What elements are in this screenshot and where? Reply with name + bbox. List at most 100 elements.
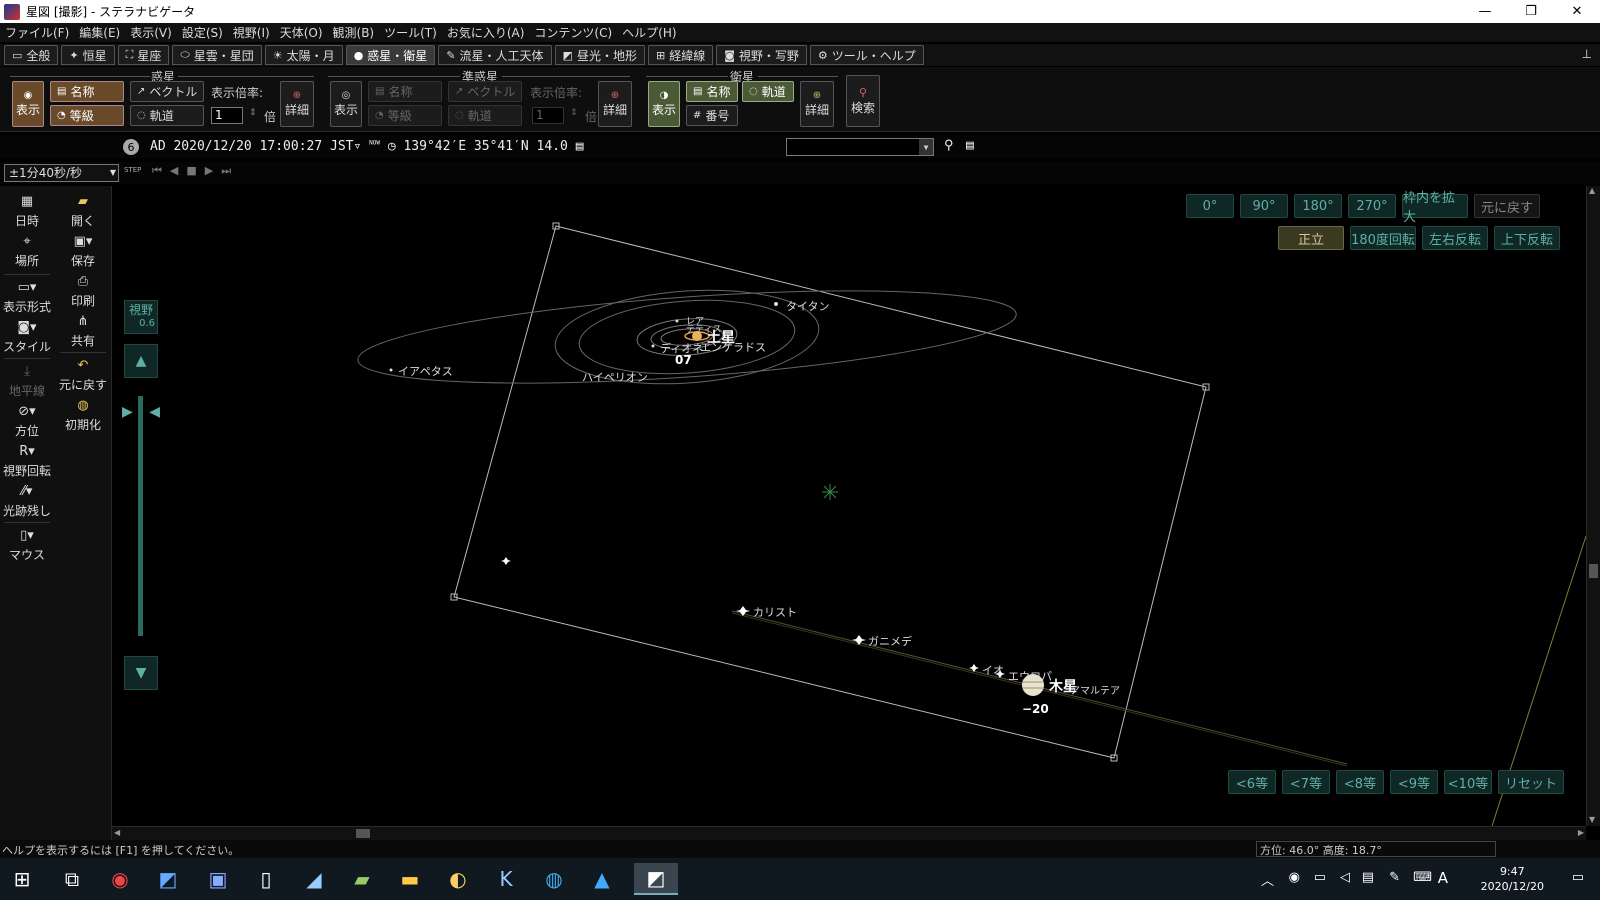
rotate-270-button[interactable]: 270° <box>1348 194 1396 218</box>
horizon-tool[interactable]: ⤓ 地平線 <box>0 364 54 399</box>
menu-settings[interactable]: 設定(S) <box>177 24 228 41</box>
rotate-90-button[interactable]: 90° <box>1240 194 1288 218</box>
chrome-icon[interactable]: ◉ <box>104 863 136 895</box>
app-icon[interactable]: ◢ <box>298 863 330 895</box>
pen-icon[interactable]: ✎ <box>1389 870 1400 885</box>
menu-edit[interactable]: 編集(E) <box>74 24 125 41</box>
keyboard-icon[interactable]: ⌨ <box>1413 870 1432 885</box>
stellanavigator-active-icon[interactable]: ◩ <box>634 863 678 895</box>
open-tool[interactable]: ▰ 開く <box>56 194 110 229</box>
zoom-to-frame-button[interactable]: 枠内を拡大 <box>1402 191 1468 225</box>
table-icon[interactable]: ▤ <box>576 139 584 154</box>
menu-field[interactable]: 視野(I) <box>228 24 275 41</box>
photos-icon[interactable]: ▲ <box>586 863 618 895</box>
planet-detail-button[interactable]: ⊕ 詳細 <box>280 81 314 127</box>
dwarf-detail-button[interactable]: ⊕ 詳細 <box>598 81 632 127</box>
dwarf-show-button[interactable]: ◎ 表示 <box>330 81 362 127</box>
dropdown-icon[interactable]: ▼ <box>919 139 933 155</box>
location-readout[interactable]: 139°42′E 35°41′N 14.0 <box>403 139 567 154</box>
rotate-180-button[interactable]: 180° <box>1294 194 1342 218</box>
scroll-left-icon[interactable]: ◀ <box>114 828 120 837</box>
dwarf-name-button[interactable]: ▤ 名称 <box>368 81 442 102</box>
tab-daylight[interactable]: ◩ 昼光・地形 <box>554 45 645 65</box>
skip-forward-icon[interactable]: ⏭ <box>221 164 231 178</box>
speed-select[interactable]: ±1分40秒/秒 ▼ <box>4 164 119 182</box>
close-button[interactable]: ✕ <box>1554 0 1600 23</box>
dione-star[interactable] <box>651 344 655 348</box>
planet-mag-button[interactable]: ◔ 等級 <box>50 105 124 126</box>
notification-icon[interactable]: ▭ <box>1572 870 1584 885</box>
mouse-tool[interactable]: ▯▾ マウス <box>0 528 54 563</box>
dwarf-vector-button[interactable]: ↗ ベクトル <box>448 81 522 102</box>
tab-sun-moon[interactable]: ☀ 太陽・月 <box>264 45 343 65</box>
planet-vector-button[interactable]: ↗ ベクトル <box>130 81 204 102</box>
vertical-scrollbar[interactable]: ▲ ▼ <box>1586 186 1600 826</box>
rotate-0-button[interactable]: 0° <box>1186 194 1234 218</box>
display-mode-tool[interactable]: ▭▾ 表示形式 <box>0 280 54 315</box>
dwarf-orbit-button[interactable]: ◌ 軌道 <box>448 105 522 126</box>
object-search-input[interactable]: ▼ <box>786 138 934 156</box>
scroll-down-icon[interactable]: ▼ <box>1589 815 1595 824</box>
play-back-icon[interactable]: ◀ <box>170 164 178 178</box>
horizontal-scrollbar[interactable]: ◀ ▶ <box>112 826 1586 840</box>
flip-horizontal-button[interactable]: 左右反転 <box>1422 226 1488 250</box>
media-app-icon[interactable]: ◐ <box>442 863 474 895</box>
menu-view[interactable]: 表示(V) <box>125 24 177 41</box>
menu-observe[interactable]: 観測(B) <box>328 24 380 41</box>
search-icon[interactable]: ⚲ <box>944 138 954 153</box>
mag-reset-button[interactable]: リセット <box>1498 770 1564 794</box>
tab-tools[interactable]: ⚙ ツール・ヘルプ <box>809 45 924 65</box>
mag-8-button[interactable]: <8等 <box>1336 770 1384 794</box>
notepad-icon[interactable]: ▯ <box>250 863 282 895</box>
datetime-readout[interactable]: AD 2020/12/20 17:00:27 JST▿ NOW ◷ 139°42… <box>150 139 584 154</box>
mag-9-button[interactable]: <9等 <box>1390 770 1438 794</box>
titan-star[interactable] <box>774 302 778 306</box>
menu-objects[interactable]: 天体(O) <box>275 24 328 41</box>
zoom-slider-handle[interactable]: ▶ ◀ <box>122 404 160 420</box>
tab-general[interactable]: ▭ 全般 <box>4 45 59 65</box>
iapetus-star[interactable] <box>389 368 393 372</box>
scroll-thumb[interactable] <box>1589 564 1598 578</box>
stellanavigator-icon[interactable]: ◩ <box>152 863 184 895</box>
datetime-tool[interactable]: ▦ 日時 <box>0 194 54 229</box>
kagaya-icon[interactable]: ▣ <box>202 863 234 895</box>
dwarf-scale-input[interactable]: 1 <box>532 107 564 124</box>
orient-upright-button[interactable]: 正立 <box>1278 226 1344 250</box>
search-button[interactable]: ⚲ 検索 <box>846 75 880 127</box>
planet-orbit-button[interactable]: ◌ 軌道 <box>130 105 204 126</box>
scroll-up-icon[interactable]: ▲ <box>1589 186 1595 195</box>
skip-back-icon[interactable]: ⏮ <box>152 164 162 178</box>
task-view-icon[interactable]: ⧉ <box>56 863 88 895</box>
step-badge[interactable]: 6 <box>123 139 139 155</box>
pin-icon[interactable]: ⊥ <box>1582 47 1592 61</box>
camera-icon[interactable]: ◉ <box>1289 870 1300 885</box>
menu-contents[interactable]: コンテンツ(C) <box>529 24 617 41</box>
tab-nebulae[interactable]: ⬭ 星雲・星団 <box>172 45 262 65</box>
menu-favorites[interactable]: お気に入り(A) <box>442 24 530 41</box>
share-tool[interactable]: ⋔ 共有 <box>56 314 110 349</box>
tab-stars[interactable]: ✦ 恒星 <box>61 45 115 65</box>
network-icon[interactable]: ▤ <box>1362 870 1374 885</box>
minimize-button[interactable]: — <box>1462 0 1508 23</box>
tab-field[interactable]: ◙ 視野・写野 <box>716 45 807 65</box>
volume-icon[interactable]: ◁ <box>1340 870 1350 885</box>
zoom-slider-track[interactable] <box>138 396 143 636</box>
undo-tool[interactable]: ↶ 元に戻す <box>56 358 110 393</box>
scroll-right-icon[interactable]: ▶ <box>1578 828 1584 837</box>
save-tool[interactable]: ▣▾ 保存 <box>56 234 110 269</box>
moon-show-button[interactable]: ◑ 表示 <box>648 81 680 127</box>
moon-orbit-button[interactable]: ◌ 軌道 <box>742 81 794 102</box>
menu-help[interactable]: ヘルプ(H) <box>617 24 681 41</box>
zoom-out-button[interactable]: ▼ <box>124 656 158 690</box>
windows-start-icon[interactable]: ⊞ <box>6 863 38 895</box>
planet-name-button[interactable]: ▤ 名称 <box>50 81 124 102</box>
planet-show-button[interactable]: ◉ 表示 <box>12 81 44 127</box>
explorer-icon[interactable]: ▬ <box>394 863 426 895</box>
spinner-icon[interactable]: ⇕ <box>249 108 257 118</box>
menu-tools[interactable]: ツール(T) <box>379 24 442 41</box>
play-icon[interactable]: ▶ <box>205 164 213 178</box>
moon-number-button[interactable]: # 番号 <box>686 105 738 126</box>
mag-6-button[interactable]: <6等 <box>1228 770 1276 794</box>
clock[interactable]: 9:47 2020/12/20 <box>1481 864 1544 894</box>
tab-grid[interactable]: ⊞ 経緯線 <box>647 45 714 65</box>
